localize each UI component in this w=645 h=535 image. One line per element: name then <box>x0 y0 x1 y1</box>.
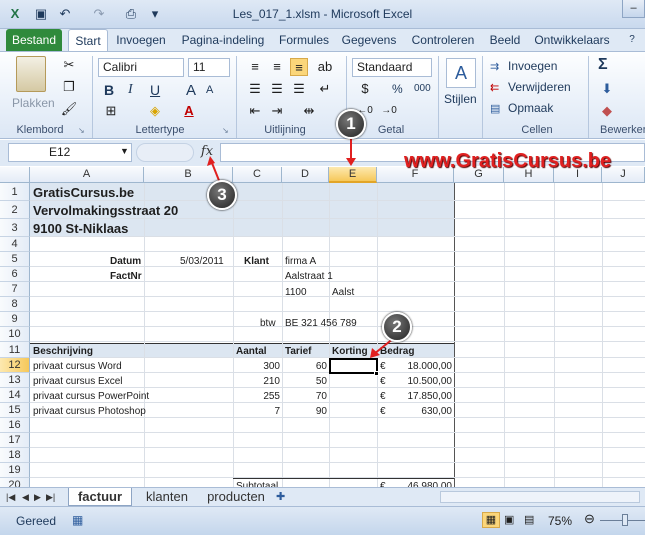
callout-arrows <box>207 138 395 358</box>
callout-badge-3: 3 <box>207 180 237 210</box>
watermark-text: www.GratisCursus.be <box>404 150 612 172</box>
callout-badge-2: 2 <box>382 312 412 342</box>
callout-badge-1: 1 <box>336 109 366 139</box>
